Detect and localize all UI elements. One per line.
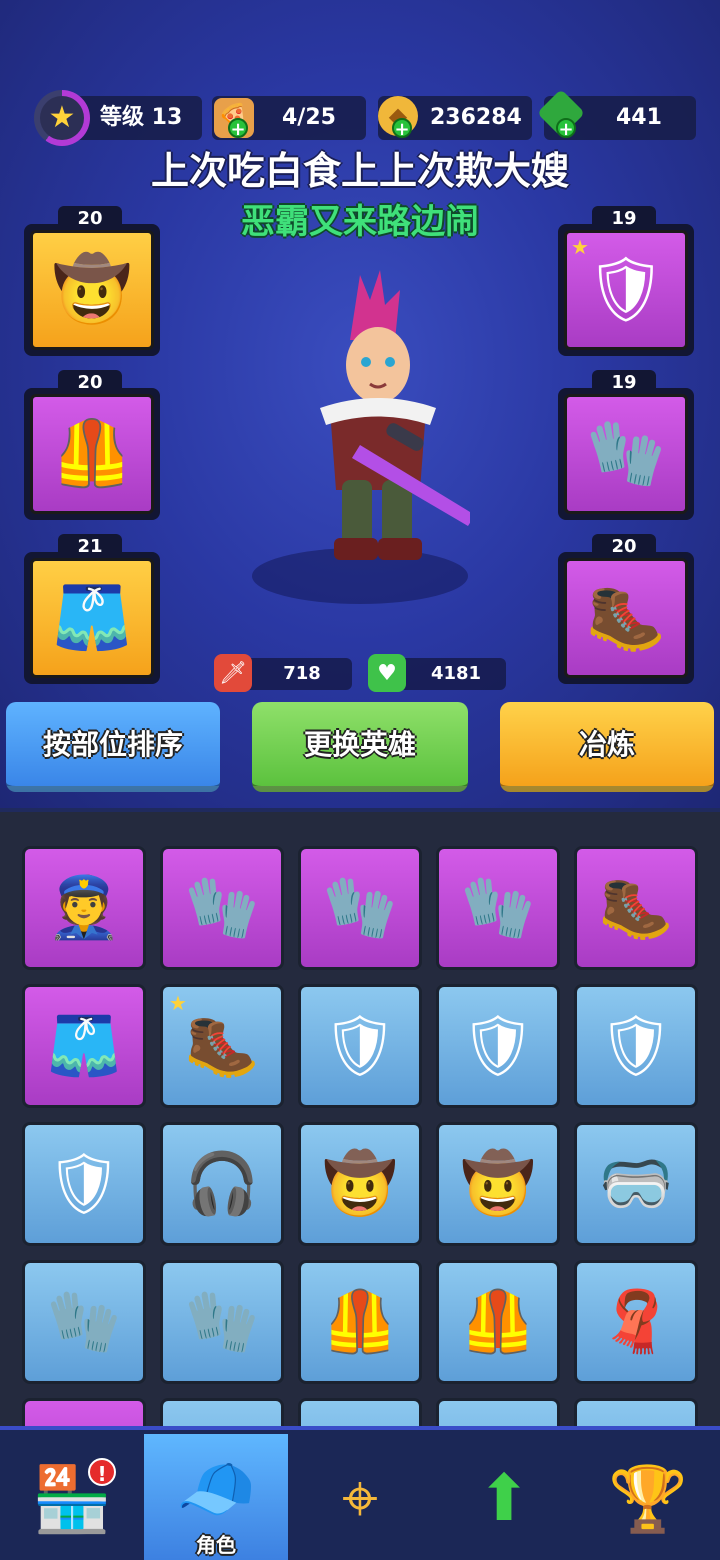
inventory-item[interactable]: 🥽 <box>574 1122 698 1246</box>
boot-icon: 🥾 <box>184 1011 260 1081</box>
inventory-item[interactable]: 🤠 <box>298 1122 422 1246</box>
inventory-item[interactable]: 🧤 <box>160 846 284 970</box>
health-stat: ♥ 4181 <box>368 654 506 692</box>
page-title: 上次吃白食上上次欺大嫂 <box>150 149 569 193</box>
inventory-item[interactable]: 🧤 <box>160 1260 284 1384</box>
inventory-item[interactable]: 🤠 <box>436 1122 560 1246</box>
armor-vest-icon: 🦺 <box>52 417 132 491</box>
scarf-icon: 🧣 <box>598 1287 674 1357</box>
slot-level: 20 <box>58 206 122 230</box>
nav-upgrade[interactable]: ⬆ <box>432 1434 576 1560</box>
glove-icon: 🧤 <box>184 873 260 943</box>
change-hero-button[interactable]: 更换英雄 <box>252 702 468 792</box>
inventory-item[interactable]: 🥾 <box>574 846 698 970</box>
hero-character[interactable] <box>290 270 475 580</box>
star-icon: ★ <box>571 235 589 259</box>
shoulder-pad-icon: 🛡 <box>585 253 667 327</box>
headphones-icon: 🎧 <box>184 1149 260 1219</box>
crosshair-icon: ⌖ <box>341 1462 379 1536</box>
equip-slot-shoulder[interactable]: 19 ★ 🛡 <box>558 206 694 356</box>
equip-slot-glove[interactable]: 19 🧤 <box>558 370 694 520</box>
hero-avatar-icon: 🧢 <box>176 1452 256 1527</box>
vest-icon: 🦺 <box>460 1287 536 1357</box>
inventory-item[interactable]: 🦺 <box>298 1260 422 1384</box>
inventory-item[interactable]: 🩳 <box>22 984 146 1108</box>
inventory-item[interactable]: 👮 <box>22 846 146 970</box>
health-value: 4181 <box>430 663 482 684</box>
slot-level: 21 <box>58 534 122 558</box>
shorts-icon: 🩳 <box>46 1011 122 1081</box>
vest-icon: 🦺 <box>322 1287 398 1357</box>
equip-slot-hat[interactable]: 20 🤠 <box>24 206 160 356</box>
shoulder-pad-icon: 🛡 <box>597 1011 675 1081</box>
inventory-item[interactable] <box>436 1398 560 1426</box>
nav-battle[interactable]: ⌖ <box>288 1434 432 1560</box>
boot-icon: 🥾 <box>586 581 666 655</box>
pants-icon: 🩳 <box>52 581 132 655</box>
bottom-nav: 🏪 ! 🧢 角色 ⌖ ⬆ 🏆 <box>0 1426 720 1560</box>
inventory-item[interactable] <box>574 1398 698 1426</box>
inventory-item[interactable]: 🧤 <box>298 846 422 970</box>
glove-icon: 🧤 <box>586 417 666 491</box>
shoulder-pad-icon: 🛡 <box>459 1011 537 1081</box>
inventory-item[interactable]: 🎧 <box>160 1122 284 1246</box>
equip-slot-pants[interactable]: 21 🩳 <box>24 534 160 684</box>
sort-button[interactable]: 按部位排序 <box>6 702 220 792</box>
cowboy-hat-icon: 🤠 <box>322 1149 398 1219</box>
equip-slot-armor[interactable]: 20 🦺 <box>24 370 160 520</box>
slot-level: 20 <box>58 370 122 394</box>
inventory-item[interactable]: 🛡 <box>298 984 422 1108</box>
inventory-item[interactable] <box>22 1398 146 1426</box>
cowboy-hat-icon: 🤠 <box>52 253 132 327</box>
nav-shop[interactable]: 🏪 ! <box>0 1434 144 1560</box>
inventory-item[interactable]: ★ 🥾 <box>160 984 284 1108</box>
inventory-item[interactable]: 🧤 <box>22 1260 146 1384</box>
inventory-item[interactable]: 🦺 <box>436 1260 560 1384</box>
slot-level: 19 <box>592 370 656 394</box>
star-icon: ★ <box>40 96 84 140</box>
shoulder-pad-icon: 🛡 <box>321 1011 399 1081</box>
glove-icon: 🧤 <box>460 873 536 943</box>
attack-value: 718 <box>283 663 321 684</box>
add-gems-icon[interactable]: + <box>556 118 576 140</box>
nav-trophy[interactable]: 🏆 <box>576 1434 720 1560</box>
alert-icon: ! <box>88 1458 116 1486</box>
slot-level: 20 <box>592 534 656 558</box>
inventory-item[interactable]: 🧤 <box>436 846 560 970</box>
smelt-button[interactable]: 冶炼 <box>500 702 714 792</box>
heart-icon: ♥ <box>368 654 406 692</box>
level-label: 等级 13 <box>100 105 183 130</box>
goggles-icon: 🥽 <box>598 1149 674 1219</box>
upgrade-icon: ⬆ <box>477 1462 531 1536</box>
star-icon: ★ <box>169 991 187 1015</box>
level-ring[interactable]: ★ <box>34 90 90 146</box>
glove-icon: 🧤 <box>46 1287 122 1357</box>
gem-value: 441 <box>616 105 662 130</box>
inventory-grid[interactable]: 👮 🧤 🧤 🧤 🥾 🩳 ★ 🥾 🛡 🛡 🛡 🛡 🎧 🤠 🤠 🥽 🧤 🧤 🦺 🦺 🧣 <box>0 812 720 1426</box>
attack-stat: 🗡 718 <box>214 654 352 692</box>
inventory-item[interactable]: 🛡 <box>574 984 698 1108</box>
shoulder-pad-icon: 🛡 <box>45 1149 123 1219</box>
add-coins-icon[interactable]: + <box>392 118 412 140</box>
boot-icon: 🥾 <box>598 873 674 943</box>
add-energy-icon[interactable]: + <box>228 118 248 140</box>
trophy-icon: 🏆 <box>608 1462 688 1537</box>
sword-icon: 🗡 <box>214 654 252 692</box>
inventory-item[interactable] <box>298 1398 422 1426</box>
glove-icon: 🧤 <box>322 873 398 943</box>
energy-value: 4/25 <box>282 105 336 130</box>
inventory-item[interactable]: 🧣 <box>574 1260 698 1384</box>
inventory-item[interactable] <box>160 1398 284 1426</box>
nav-hero[interactable]: 🧢 角色 <box>144 1434 288 1560</box>
coin-value: 236284 <box>430 105 522 130</box>
inventory-item[interactable]: 🛡 <box>22 1122 146 1246</box>
inventory-item[interactable]: 🛡 <box>436 984 560 1108</box>
nav-hero-label: 角色 <box>196 1533 236 1557</box>
cowboy-hat-icon: 🤠 <box>460 1149 536 1219</box>
police-cap-icon: 👮 <box>46 873 122 943</box>
equip-slot-boot[interactable]: 20 🥾 <box>558 534 694 684</box>
slot-level: 19 <box>592 206 656 230</box>
glove-icon: 🧤 <box>184 1287 260 1357</box>
